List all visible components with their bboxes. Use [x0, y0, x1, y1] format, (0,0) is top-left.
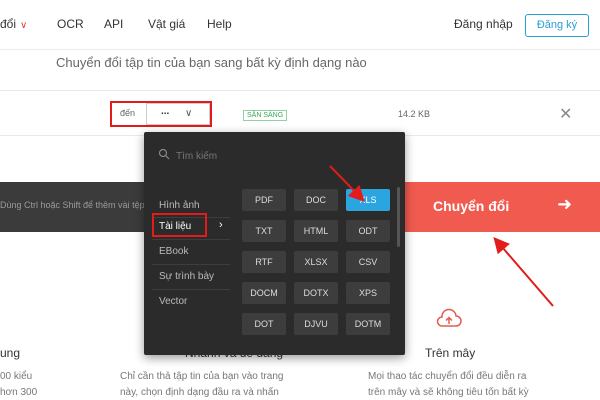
feature-left-title: ung	[0, 346, 21, 360]
search-placeholder: Tìm kiếm	[176, 151, 218, 162]
file-row: đến ... ∨ SẴN SÀNG 14.2 KB ✕	[0, 90, 600, 136]
format-dot[interactable]: DOT	[242, 313, 286, 335]
category-presentation[interactable]: Sự trình bày	[144, 265, 234, 289]
file-size: 14.2 KB	[398, 109, 431, 119]
format-pdf[interactable]: PDF	[242, 189, 286, 211]
arrow-right-icon: ➜	[557, 194, 573, 214]
login-link[interactable]: Đăng nhập	[454, 17, 513, 31]
chevron-down-icon: ∨	[20, 20, 28, 31]
scrollbar[interactable]	[397, 187, 400, 247]
category-label: EBook	[159, 246, 189, 257]
category-label: Vector	[159, 296, 188, 307]
format-dropdown-panel: Tìm kiếm Hình ảnh Tài liệu › EBook Sự trì…	[144, 132, 405, 355]
nav-price[interactable]: Vật giá	[148, 17, 185, 31]
signup-button[interactable]: Đăng ký	[525, 14, 589, 37]
format-djvu[interactable]: DJVU	[294, 313, 338, 335]
format-dotx[interactable]: DOTX	[294, 282, 338, 304]
category-label: Sự trình bày	[159, 271, 215, 282]
nav-convert-label: đổi	[0, 17, 17, 31]
annotation-box-format-select	[110, 101, 212, 127]
format-txt[interactable]: TXT	[242, 220, 286, 242]
convert-button-label: Chuyển đổi	[433, 198, 510, 214]
feature-right-title: Trên mây	[425, 346, 476, 360]
nav-help[interactable]: Help	[207, 17, 232, 31]
category-label: Hình ảnh	[159, 200, 200, 211]
format-odt[interactable]: ODT	[346, 220, 390, 242]
format-docm[interactable]: DOCM	[242, 282, 286, 304]
top-navigation: đổi ∨ OCR API Vật giá Help Đăng nhập Đăng…	[0, 0, 600, 50]
chevron-right-icon: ›	[219, 219, 223, 231]
close-icon[interactable]: ✕	[559, 104, 572, 124]
format-rtf[interactable]: RTF	[242, 251, 286, 273]
feature-left-text-2: hơn 300	[0, 387, 38, 398]
drop-hint: Dùng Ctrl hoặc Shift để thêm vài tệp	[0, 200, 145, 210]
format-html[interactable]: HTML	[294, 220, 338, 242]
feature-right-text-2: trên mây và sẽ không tiêu tốn bất kỳ	[368, 387, 529, 398]
category-ebook[interactable]: EBook	[144, 240, 234, 264]
status-badge: SẴN SÀNG	[243, 110, 288, 121]
page-subtitle: Chuyển đổi tập tin của bạn sang bất kỳ đ…	[56, 55, 367, 70]
format-csv[interactable]: CSV	[346, 251, 390, 273]
nav-ocr[interactable]: OCR	[57, 17, 84, 31]
format-doc[interactable]: DOC	[294, 189, 338, 211]
category-vector[interactable]: Vector	[144, 290, 234, 314]
format-xls[interactable]: XLS	[346, 189, 390, 211]
search-input[interactable]: Tìm kiếm	[154, 146, 394, 168]
annotation-box-category	[152, 213, 207, 237]
annotation-arrow-convert	[493, 236, 554, 307]
nav-convert[interactable]: đổi ∨	[0, 17, 27, 31]
convert-button[interactable]: Chuyển đổi ➜	[405, 182, 600, 232]
search-icon	[158, 148, 170, 160]
format-dotm[interactable]: DOTM	[346, 313, 390, 335]
cloud-upload-icon	[436, 308, 462, 327]
nav-api[interactable]: API	[104, 17, 123, 31]
format-xps[interactable]: XPS	[346, 282, 390, 304]
feature-middle-text-2: này, chọn định dạng đầu ra và nhấn	[120, 387, 279, 398]
format-xlsx[interactable]: XLSX	[294, 251, 338, 273]
